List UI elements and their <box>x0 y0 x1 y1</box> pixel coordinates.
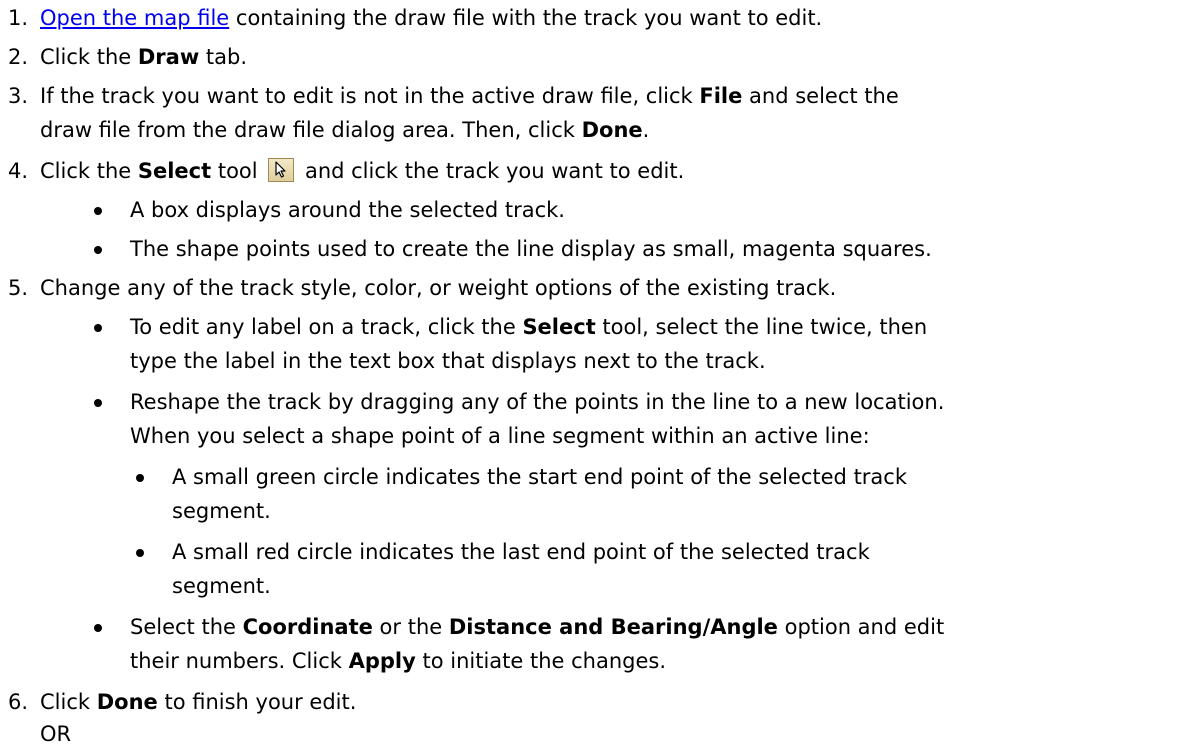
or-text: OR <box>40 722 72 746</box>
list-item: A box displays around the selected track… <box>94 194 565 226</box>
step-text: . <box>642 118 650 142</box>
bullet-text: The shape points used to create the line… <box>130 237 932 261</box>
bullet-text: segment. <box>172 499 271 523</box>
ui-term-distance-bearing: Distance and Bearing/Angle <box>448 615 778 639</box>
list-item: A small green circle indicates the start… <box>136 461 908 493</box>
bullet-icon <box>94 246 102 254</box>
ui-term-done: Done <box>581 118 643 142</box>
step-6-or: OR <box>40 718 71 750</box>
bullet-icon <box>94 324 102 332</box>
bullet-text: their numbers. Click <box>130 649 349 673</box>
step-number: 3. <box>7 84 28 108</box>
step-6: 6. Click Done to finish your edit. <box>0 686 356 718</box>
bullet-icon <box>94 207 102 215</box>
list-item-continued: type the label in the text box that disp… <box>130 345 766 377</box>
list-item-continued: segment. <box>172 495 271 527</box>
bullet-text: segment. <box>172 574 271 598</box>
step-text: tool <box>211 159 265 183</box>
ui-term-coordinate: Coordinate <box>242 615 373 639</box>
list-item-continued: When you select a shape point of a line … <box>130 420 870 452</box>
step-3: 3. If the track you want to edit is not i… <box>0 80 899 112</box>
select-arrow-icon <box>268 158 295 182</box>
bullet-text: tool, select the line twice, then <box>595 315 928 339</box>
step-2: 2. Click the Draw tab. <box>0 41 247 73</box>
step-number: 4. <box>7 159 28 183</box>
step-text: Change any of the track style, color, or… <box>40 276 837 300</box>
step-text: If the track you want to edit is not in … <box>40 84 700 108</box>
step-number: 1. <box>7 6 28 30</box>
bullet-text: A box displays around the selected track… <box>130 198 565 222</box>
step-text: draw file from the draw file dialog area… <box>40 118 582 142</box>
step-text: containing the draw file with the track … <box>229 6 823 30</box>
bullet-text: type the label in the text box that disp… <box>130 349 766 373</box>
step-1: 1. Open the map file containing the draw … <box>0 2 822 34</box>
ui-term-select: Select <box>522 315 596 339</box>
step-number: 5. <box>7 276 28 300</box>
step-3-continued: draw file from the draw file dialog area… <box>40 114 649 146</box>
ui-term-done: Done <box>96 690 158 714</box>
list-item: The shape points used to create the line… <box>94 233 932 265</box>
list-item-continued: segment. <box>172 570 271 602</box>
bullet-text: A small green circle indicates the start… <box>172 465 908 489</box>
step-text: and click the track you want to edit. <box>298 159 685 183</box>
bullet-text: To edit any label on a track, click the <box>130 315 523 339</box>
list-item-continued: their numbers. Click Apply to initiate t… <box>130 645 666 677</box>
bullet-text: A small red circle indicates the last en… <box>172 540 870 564</box>
ui-term-draw: Draw <box>137 45 200 69</box>
step-number: 2. <box>7 45 28 69</box>
step-5: 5. Change any of the track style, color, … <box>0 272 836 304</box>
step-text: tab. <box>199 45 248 69</box>
ui-term-apply: Apply <box>348 649 416 673</box>
ui-term-select: Select <box>137 159 212 183</box>
bullet-icon <box>136 474 144 482</box>
bullet-text: Reshape the track by dragging any of the… <box>130 390 945 414</box>
list-item: A small red circle indicates the last en… <box>136 536 870 568</box>
list-item: Reshape the track by dragging any of the… <box>94 386 945 418</box>
step-text: Click <box>40 690 97 714</box>
step-text: to finish your edit. <box>157 690 357 714</box>
bullet-text: option and edit <box>777 615 945 639</box>
ui-term-file: File <box>699 84 743 108</box>
list-item: To edit any label on a track, click the … <box>94 311 928 343</box>
step-4: 4. Click the Select tool and click the tr… <box>0 155 684 187</box>
step-text: and select the <box>742 84 899 108</box>
step-text: Click the <box>40 45 138 69</box>
open-map-file-link[interactable]: Open the map file <box>40 6 229 30</box>
bullet-text: When you select a shape point of a line … <box>130 424 870 448</box>
bullet-icon <box>136 549 144 557</box>
bullet-text: or the <box>372 615 449 639</box>
bullet-icon <box>94 624 102 632</box>
bullet-icon <box>94 399 102 407</box>
step-number: 6. <box>7 690 28 714</box>
bullet-text: Select the <box>130 615 243 639</box>
bullet-text: to initiate the changes. <box>415 649 667 673</box>
list-item: Select the Coordinate or the Distance an… <box>94 611 945 643</box>
step-text: Click the <box>40 159 138 183</box>
